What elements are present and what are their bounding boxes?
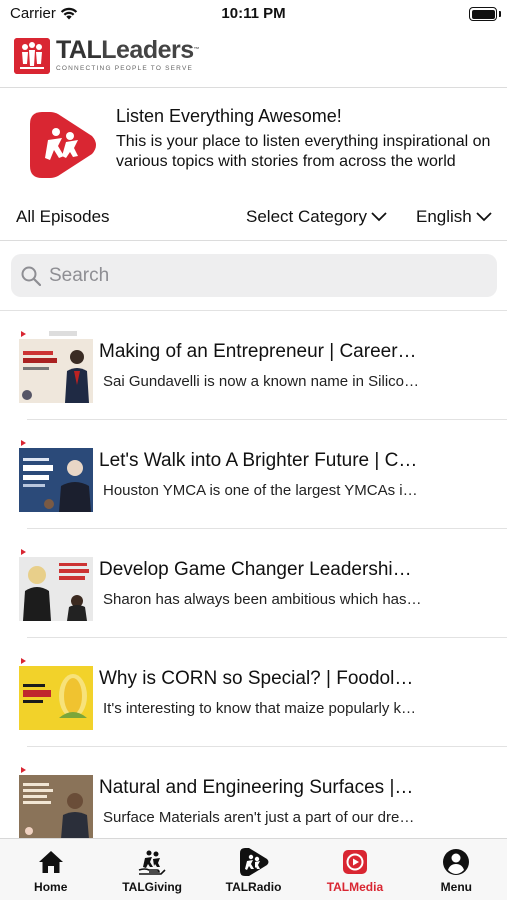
logo-mark-icon (14, 38, 50, 74)
tab-home[interactable]: Home (0, 839, 101, 900)
user-icon (443, 849, 470, 875)
episode-thumbnail (19, 547, 93, 621)
app-header: TALLeaders™ CONNECTING PEOPLE TO SERVE (0, 28, 507, 88)
tab-label: TALRadio (225, 880, 282, 894)
episode-thumbnail (19, 438, 93, 512)
tab-talgiving[interactable]: TALGiving (101, 839, 202, 900)
media-icon (342, 850, 367, 874)
episode-description: Sai Gundavelli is now a known name in Si… (103, 373, 419, 390)
status-bar: Carrier 10:11 PM (0, 0, 507, 28)
category-dropdown-label: Select Category (246, 207, 367, 226)
chevron-down-icon (371, 212, 387, 222)
episode-thumbnail (19, 329, 93, 403)
episode-title: Natural and Engineering Surfaces |… (99, 777, 414, 798)
radio-icon (239, 848, 269, 876)
episode-description: Houston YMCA is one of the largest YMCAs… (103, 482, 418, 499)
intro-title: Listen Everything Awesome! (116, 106, 342, 126)
battery-icon (469, 7, 497, 21)
episode-row[interactable]: Develop Game Changer Leadershi… Sharon h… (0, 529, 507, 638)
tab-label: TALGiving (122, 880, 182, 894)
episode-title: Why is CORN so Special? | Foodol… (99, 668, 414, 689)
status-time: 10:11 PM (221, 5, 286, 22)
tab-bar: Home TALGiving TALRadio TALMedia Menu (0, 838, 507, 900)
episode-description: Sharon has always been ambitious which h… (103, 591, 422, 608)
episode-description: Surface Materials aren't just a part of … (103, 809, 415, 826)
logo-tagline: CONNECTING PEOPLE TO SERVE (56, 65, 194, 72)
filter-row: All Episodes Select Category English (0, 205, 507, 241)
search-icon (21, 266, 41, 286)
episode-row[interactable]: Making of an Entrepreneur | Career… Sai … (0, 311, 507, 420)
tab-label: Home (34, 880, 68, 894)
talmedia-play-logo-icon (30, 112, 96, 178)
episode-description: It's interesting to know that maize popu… (103, 700, 417, 717)
logo-prefix: TAL (56, 36, 102, 64)
episode-title: Making of an Entrepreneur | Career… (99, 341, 417, 362)
giving-icon (138, 850, 166, 875)
chevron-down-icon (476, 212, 492, 222)
search-input[interactable] (49, 264, 469, 287)
tab-label: Menu (440, 880, 472, 894)
tab-label: TALMedia (326, 880, 384, 894)
tab-talmedia[interactable]: TALMedia (304, 839, 405, 900)
language-dropdown[interactable]: English (416, 207, 492, 227)
intro-body: This is your place to listen everything … (116, 133, 491, 170)
tal-leaders-logo: TALLeaders™ CONNECTING PEOPLE TO SERVE (14, 36, 200, 74)
search-bar[interactable] (11, 254, 497, 297)
logo-tm: ™ (193, 47, 200, 53)
tab-menu[interactable]: Menu (406, 839, 507, 900)
intro-banner: Listen Everything Awesome! This is your … (0, 102, 507, 194)
language-dropdown-label: English (416, 207, 472, 226)
all-episodes-label[interactable]: All Episodes (16, 207, 110, 227)
category-dropdown[interactable]: Select Category (246, 207, 387, 227)
episode-thumbnail (19, 765, 93, 839)
episode-row[interactable]: Let's Walk into A Brighter Future | C… H… (0, 420, 507, 529)
home-icon (38, 851, 63, 873)
episode-row[interactable]: Why is CORN so Special? | Foodol… It's i… (0, 638, 507, 747)
logo-suffix: Leaders (101, 36, 194, 64)
tab-talradio[interactable]: TALRadio (203, 839, 304, 900)
episode-thumbnail (19, 656, 93, 730)
episode-title: Develop Game Changer Leadershi… (99, 559, 412, 580)
episode-title: Let's Walk into A Brighter Future | C… (99, 450, 418, 471)
